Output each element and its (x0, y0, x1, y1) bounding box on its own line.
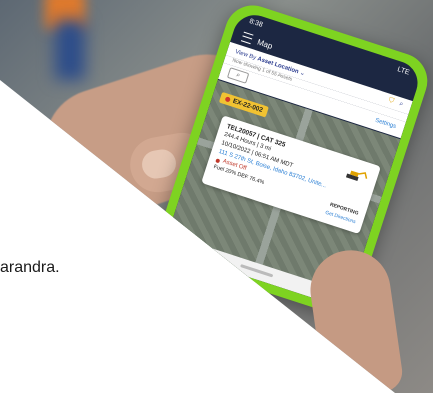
menu-icon[interactable] (240, 31, 254, 45)
status-signal: LTE (396, 65, 411, 77)
caption-text: arandra. (0, 259, 60, 276)
search-input[interactable]: ⌕ (226, 67, 250, 84)
pin-status-dot (224, 96, 231, 103)
filter-icon[interactable]: ⛉ (387, 97, 395, 106)
search-icon[interactable]: ⌕ (398, 100, 404, 109)
page-title: Map (256, 37, 274, 51)
phone-device: 8:38 LTE Map View By Asset Location ⌄ ⛉ … (151, 0, 433, 320)
status-time: 8:38 (248, 17, 264, 29)
worker-jeans-blur (55, 20, 85, 80)
status-dot-icon (215, 158, 221, 164)
right-thumb (305, 245, 405, 393)
asset-pin-label: EX-22-002 (231, 97, 264, 115)
sheet-handle[interactable] (240, 264, 274, 278)
cluster-badge[interactable]: 1 (163, 226, 177, 239)
chevron-down-icon[interactable]: ⌄ (299, 70, 306, 77)
settings-link[interactable]: Settings (374, 117, 396, 129)
asset-pin[interactable]: EX-22-002 (218, 91, 269, 118)
asset-popup-card[interactable]: TEL20057 | CAT 325 244.4 Hours | 3 mi 10… (201, 115, 381, 234)
background-photo: 8:38 LTE Map View By Asset Location ⌄ ⛉ … (0, 0, 433, 393)
